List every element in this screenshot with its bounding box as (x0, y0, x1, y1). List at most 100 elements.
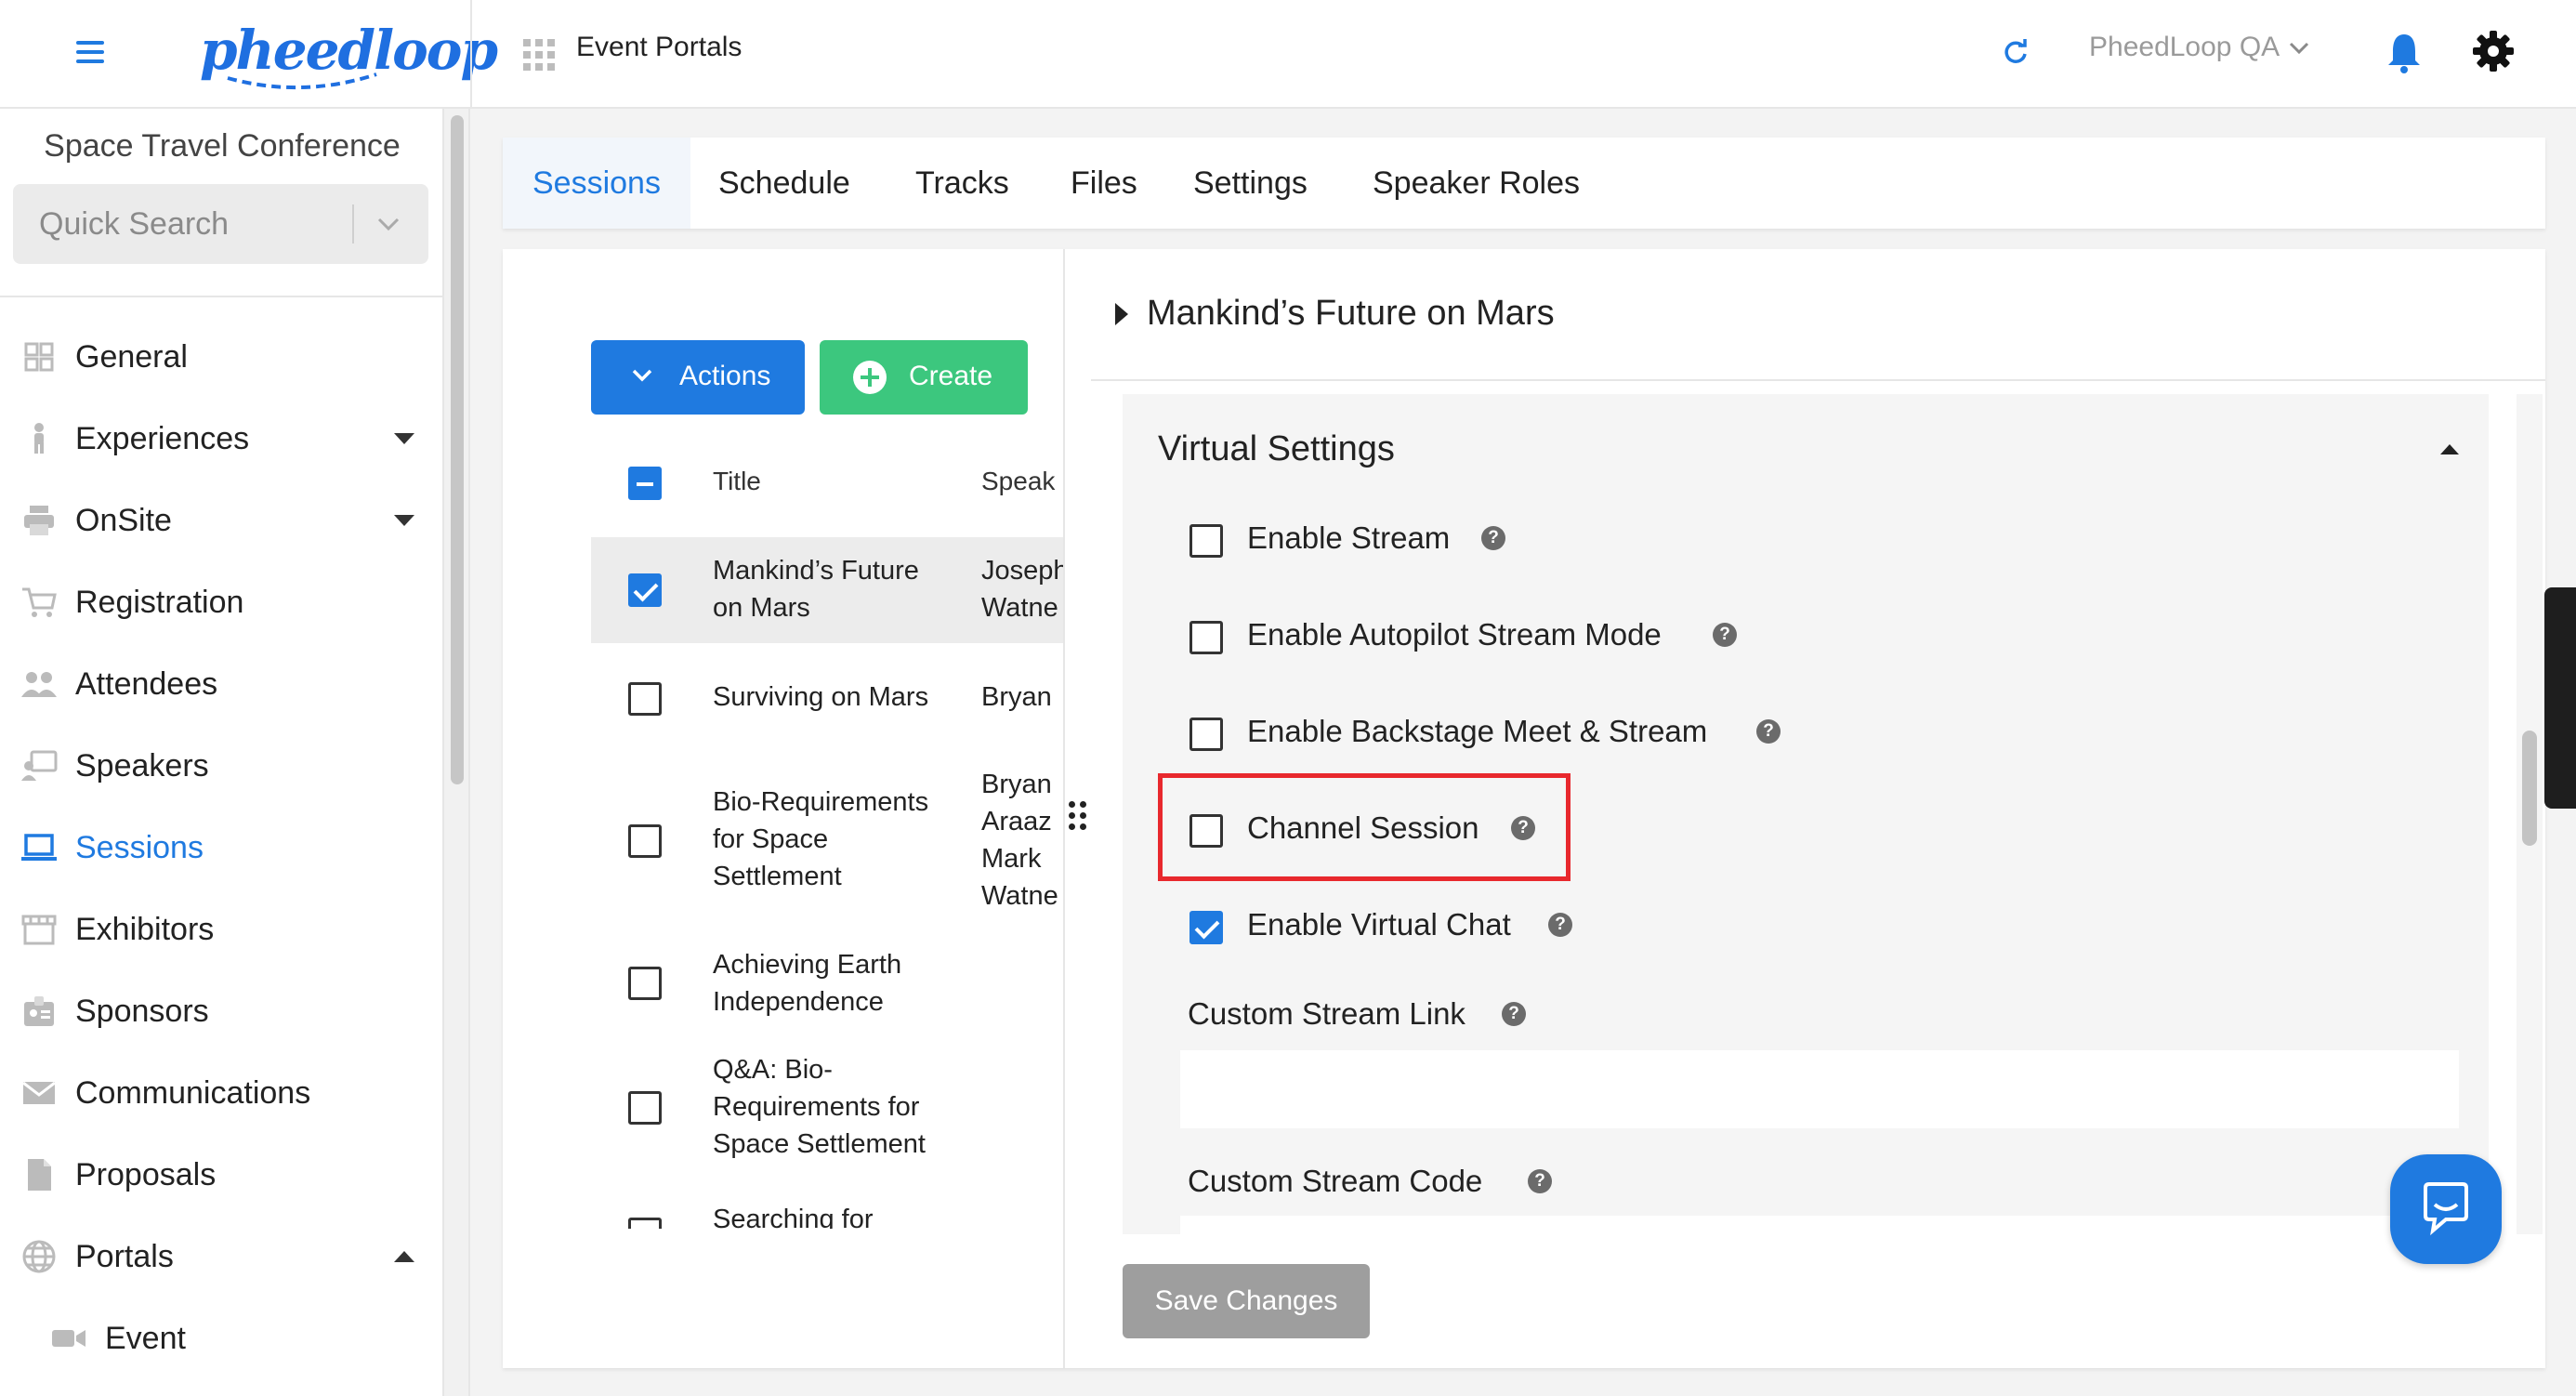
laptop-icon (21, 834, 57, 861)
tab-settings[interactable]: Settings (1193, 165, 1308, 202)
tab-sessions[interactable]: Sessions (532, 165, 661, 202)
column-header-speaker[interactable]: Speak (981, 467, 1063, 496)
session-detail-title[interactable]: Mankind’s Future on Mars (1147, 294, 1555, 334)
document-icon (28, 1159, 51, 1191)
quick-search-placeholder: Quick Search (39, 206, 230, 242)
enable-virtual-chat-checkbox[interactable] (1189, 911, 1223, 944)
sidebar-item-onsite[interactable]: OnSite (0, 487, 444, 552)
sidebar-item-exhibitors[interactable]: Exhibitors (0, 896, 444, 961)
enable-backstage-label: Enable Backstage Meet & Stream (1247, 714, 1708, 748)
cart-icon (22, 587, 57, 617)
sidebar-item-communications[interactable]: Communications (0, 1060, 444, 1125)
row-checkbox[interactable] (628, 682, 662, 716)
actions-button[interactable]: Actions (591, 340, 805, 415)
row-title[interactable]: Searching for (713, 1201, 964, 1229)
save-changes-button[interactable]: Save Changes (1123, 1264, 1370, 1338)
gear-icon[interactable] (2472, 30, 2515, 72)
caret-down-icon[interactable] (394, 433, 414, 444)
row-title[interactable]: Q&A: Bio- Requirements for Space Settlem… (713, 1051, 964, 1163)
plus-circle-icon (853, 361, 887, 394)
custom-stream-link-input[interactable] (1180, 1050, 2459, 1128)
chat-icon (2424, 1182, 2468, 1236)
caret-up-icon[interactable] (394, 1251, 414, 1262)
row-title[interactable]: Mankind’s Future on Mars (713, 552, 964, 626)
chevron-down-icon (632, 369, 652, 382)
tab-tracks[interactable]: Tracks (915, 165, 1009, 202)
chevron-down-icon[interactable] (2289, 41, 2309, 56)
video-icon (52, 1330, 85, 1347)
row-title[interactable]: Bio-Requirements for Space Settlement (713, 784, 964, 895)
enable-autopilot-label: Enable Autopilot Stream Mode (1247, 617, 1662, 652)
bell-icon[interactable] (2385, 31, 2423, 73)
hamburger-menu-icon[interactable] (76, 41, 104, 63)
custom-stream-link-label: Custom Stream Link (1188, 996, 1465, 1031)
sidebar-item-speakers[interactable]: Speakers (0, 732, 444, 797)
row-title[interactable]: Achieving Earth Independence (713, 946, 964, 1021)
sidebar-item-event[interactable]: Event (0, 1305, 444, 1370)
create-button[interactable]: Create (820, 340, 1028, 415)
help-icon[interactable]: ? (1756, 719, 1781, 744)
enable-autopilot-checkbox[interactable] (1189, 621, 1223, 654)
row-speaker: Joseph Watne (981, 556, 1063, 623)
caret-right-icon[interactable] (1115, 303, 1128, 325)
help-icon[interactable]: ? (1548, 913, 1572, 937)
sidebar-item-proposals[interactable]: Proposals (0, 1141, 444, 1206)
help-icon[interactable]: ? (1713, 623, 1737, 647)
conference-title: Space Travel Conference (44, 128, 401, 164)
sidebar-scroll-thumb[interactable] (451, 115, 464, 784)
sidebar-item-registration[interactable]: Registration (0, 569, 444, 634)
caret-down-icon[interactable] (394, 515, 414, 526)
top-bar: pheedloop Event Portals PheedLoop QA (0, 0, 2576, 109)
drag-handle-icon[interactable] (1069, 801, 1087, 830)
org-selector[interactable]: PheedLoop QA (2089, 32, 2280, 63)
custom-stream-code-input[interactable] (1180, 1216, 2459, 1234)
store-icon (21, 915, 57, 945)
pheedloop-logo[interactable]: pheedloop (200, 13, 498, 95)
enable-virtual-chat-label: Enable Virtual Chat (1247, 907, 1511, 942)
row-checkbox[interactable] (628, 967, 662, 1000)
sidebar-item-sessions[interactable]: Sessions (0, 814, 444, 879)
channel-session-label: Channel Session (1247, 810, 1479, 845)
row-speaker: Bryan Araaz Mark Watne (981, 770, 1058, 911)
grid-icon (24, 342, 54, 372)
tab-bar: Sessions Schedule Tracks Files Settings … (503, 138, 2545, 229)
help-icon[interactable]: ? (1502, 1002, 1526, 1026)
envelope-icon (22, 1081, 56, 1104)
enable-stream-label: Enable Stream (1247, 520, 1451, 555)
row-speaker: Bryan (981, 682, 1052, 712)
row-checkbox[interactable] (628, 573, 662, 607)
tab-schedule[interactable]: Schedule (718, 165, 850, 202)
badge-icon (24, 996, 54, 1026)
feedback-tab[interactable] (2544, 587, 2576, 809)
row-checkbox[interactable] (628, 1091, 662, 1125)
chat-launcher-button[interactable] (2390, 1154, 2502, 1264)
column-header-title[interactable]: Title (713, 467, 761, 496)
channel-session-checkbox[interactable] (1189, 814, 1223, 848)
caret-up-icon[interactable] (2440, 444, 2459, 454)
help-icon[interactable]: ? (1528, 1169, 1552, 1193)
row-title[interactable]: Surviving on Mars (713, 678, 964, 716)
sidebar-item-general[interactable]: General (0, 323, 444, 389)
tab-speaker-roles[interactable]: Speaker Roles (1373, 165, 1580, 202)
help-icon[interactable]: ? (1481, 526, 1505, 550)
sidebar-item-experiences[interactable]: Experiences (0, 405, 444, 470)
tab-files[interactable]: Files (1071, 165, 1137, 202)
custom-stream-code-label: Custom Stream Code (1188, 1164, 1483, 1198)
enable-stream-checkbox[interactable] (1189, 524, 1223, 558)
detail-scroll-thumb[interactable] (2522, 731, 2537, 846)
enable-backstage-checkbox[interactable] (1189, 718, 1223, 751)
sidebar-item-sponsors[interactable]: Sponsors (0, 978, 444, 1043)
select-all-checkbox[interactable] (628, 467, 662, 500)
sidebar-item-portals[interactable]: Portals (0, 1223, 444, 1288)
quick-search-select[interactable]: Quick Search (13, 184, 428, 264)
sidebar-item-attendees[interactable]: Attendees (0, 651, 444, 716)
virtual-settings-title[interactable]: Virtual Settings (1158, 429, 1395, 469)
chevron-down-icon[interactable] (377, 216, 400, 232)
help-icon[interactable]: ? (1511, 816, 1535, 840)
apps-grid-icon[interactable] (523, 39, 555, 71)
refresh-icon[interactable] (2001, 37, 2031, 67)
people-icon (21, 672, 57, 697)
row-checkbox[interactable] (628, 1218, 662, 1229)
row-checkbox[interactable] (628, 824, 662, 858)
logo-swoosh-icon (227, 72, 377, 90)
